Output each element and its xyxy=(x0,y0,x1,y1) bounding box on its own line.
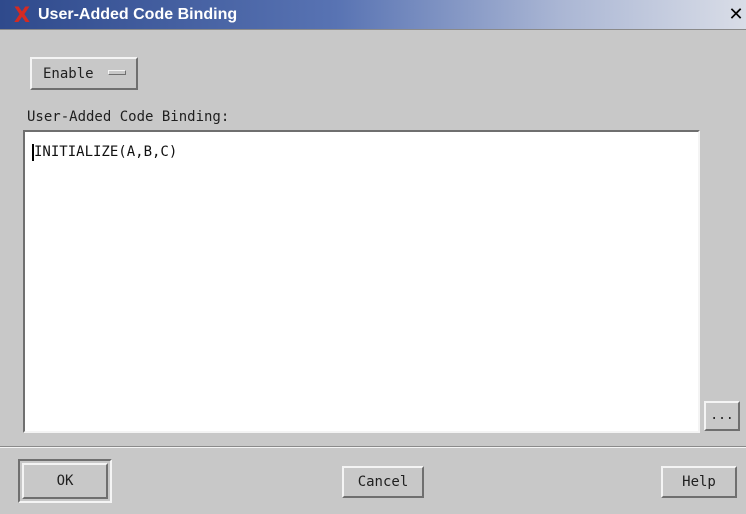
close-icon[interactable]: ✕ xyxy=(726,6,746,25)
ok-button[interactable]: OK xyxy=(22,463,108,499)
ellipsis-button[interactable]: ... xyxy=(704,401,740,431)
enable-option-menu[interactable]: Enable xyxy=(30,57,138,90)
code-binding-text: INITIALIZE(A,B,C) xyxy=(34,144,178,160)
code-binding-label: User-Added Code Binding: xyxy=(27,109,230,125)
enable-option-label: Enable xyxy=(43,66,94,82)
code-binding-text-area[interactable]: INITIALIZE(A,B,C) xyxy=(23,130,700,433)
option-menu-indicator-icon xyxy=(108,70,126,75)
title-bar[interactable]: X User-Added Code Binding ✕ xyxy=(0,0,746,30)
window-title: User-Added Code Binding xyxy=(38,6,238,23)
help-button[interactable]: Help xyxy=(661,466,737,498)
x-logo-icon: X xyxy=(13,3,31,27)
cancel-button[interactable]: Cancel xyxy=(342,466,424,498)
separator xyxy=(0,446,746,448)
